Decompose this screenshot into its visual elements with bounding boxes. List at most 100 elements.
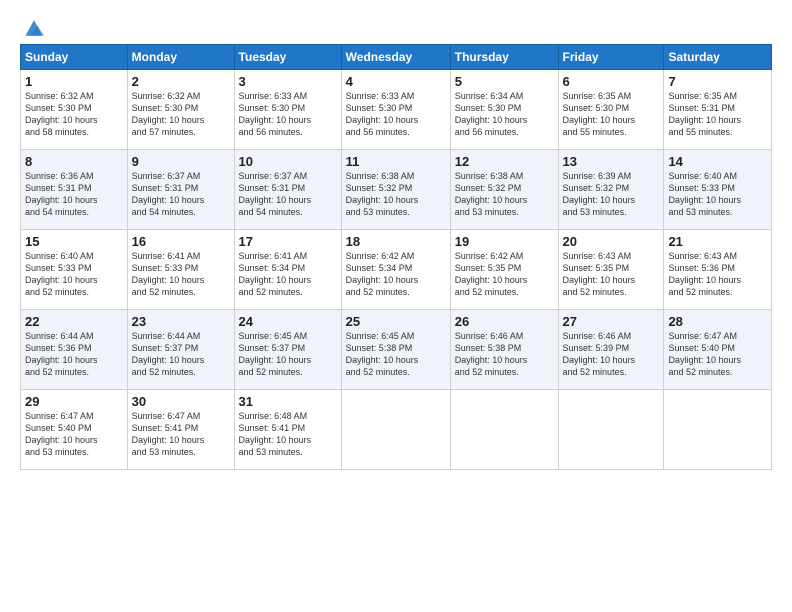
day-info: Sunrise: 6:41 AM Sunset: 5:33 PM Dayligh…: [132, 250, 230, 299]
day-info: Sunrise: 6:38 AM Sunset: 5:32 PM Dayligh…: [455, 170, 554, 219]
calendar-cell: 18Sunrise: 6:42 AM Sunset: 5:34 PM Dayli…: [341, 230, 450, 310]
calendar-cell: 17Sunrise: 6:41 AM Sunset: 5:34 PM Dayli…: [234, 230, 341, 310]
day-info: Sunrise: 6:38 AM Sunset: 5:32 PM Dayligh…: [346, 170, 446, 219]
day-info: Sunrise: 6:41 AM Sunset: 5:34 PM Dayligh…: [239, 250, 337, 299]
calendar-cell: 12Sunrise: 6:38 AM Sunset: 5:32 PM Dayli…: [450, 150, 558, 230]
day-info: Sunrise: 6:44 AM Sunset: 5:36 PM Dayligh…: [25, 330, 123, 379]
day-number: 24: [239, 314, 337, 329]
day-number: 28: [668, 314, 767, 329]
header: [20, 18, 772, 38]
calendar-cell: 22Sunrise: 6:44 AM Sunset: 5:36 PM Dayli…: [21, 310, 128, 390]
day-info: Sunrise: 6:42 AM Sunset: 5:35 PM Dayligh…: [455, 250, 554, 299]
day-info: Sunrise: 6:40 AM Sunset: 5:33 PM Dayligh…: [668, 170, 767, 219]
day-number: 26: [455, 314, 554, 329]
weekday-header-row: SundayMondayTuesdayWednesdayThursdayFrid…: [21, 45, 772, 70]
day-number: 10: [239, 154, 337, 169]
day-info: Sunrise: 6:45 AM Sunset: 5:38 PM Dayligh…: [346, 330, 446, 379]
day-number: 17: [239, 234, 337, 249]
day-info: Sunrise: 6:45 AM Sunset: 5:37 PM Dayligh…: [239, 330, 337, 379]
calendar-cell: 10Sunrise: 6:37 AM Sunset: 5:31 PM Dayli…: [234, 150, 341, 230]
calendar-cell: 8Sunrise: 6:36 AM Sunset: 5:31 PM Daylig…: [21, 150, 128, 230]
day-number: 19: [455, 234, 554, 249]
calendar-cell: 20Sunrise: 6:43 AM Sunset: 5:35 PM Dayli…: [558, 230, 664, 310]
day-info: Sunrise: 6:43 AM Sunset: 5:36 PM Dayligh…: [668, 250, 767, 299]
day-info: Sunrise: 6:35 AM Sunset: 5:31 PM Dayligh…: [668, 90, 767, 139]
day-info: Sunrise: 6:33 AM Sunset: 5:30 PM Dayligh…: [346, 90, 446, 139]
day-info: Sunrise: 6:34 AM Sunset: 5:30 PM Dayligh…: [455, 90, 554, 139]
day-number: 20: [563, 234, 660, 249]
calendar-week-3: 15Sunrise: 6:40 AM Sunset: 5:33 PM Dayli…: [21, 230, 772, 310]
day-number: 15: [25, 234, 123, 249]
calendar-cell: 25Sunrise: 6:45 AM Sunset: 5:38 PM Dayli…: [341, 310, 450, 390]
calendar-cell: 14Sunrise: 6:40 AM Sunset: 5:33 PM Dayli…: [664, 150, 772, 230]
day-number: 14: [668, 154, 767, 169]
calendar-cell: 6Sunrise: 6:35 AM Sunset: 5:30 PM Daylig…: [558, 70, 664, 150]
day-info: Sunrise: 6:32 AM Sunset: 5:30 PM Dayligh…: [25, 90, 123, 139]
day-info: Sunrise: 6:33 AM Sunset: 5:30 PM Dayligh…: [239, 90, 337, 139]
calendar-cell: 5Sunrise: 6:34 AM Sunset: 5:30 PM Daylig…: [450, 70, 558, 150]
day-info: Sunrise: 6:37 AM Sunset: 5:31 PM Dayligh…: [132, 170, 230, 219]
day-info: Sunrise: 6:39 AM Sunset: 5:32 PM Dayligh…: [563, 170, 660, 219]
day-number: 25: [346, 314, 446, 329]
calendar-cell: 30Sunrise: 6:47 AM Sunset: 5:41 PM Dayli…: [127, 390, 234, 470]
calendar-cell: 24Sunrise: 6:45 AM Sunset: 5:37 PM Dayli…: [234, 310, 341, 390]
calendar-cell: 4Sunrise: 6:33 AM Sunset: 5:30 PM Daylig…: [341, 70, 450, 150]
calendar-cell: 7Sunrise: 6:35 AM Sunset: 5:31 PM Daylig…: [664, 70, 772, 150]
day-number: 2: [132, 74, 230, 89]
day-info: Sunrise: 6:47 AM Sunset: 5:40 PM Dayligh…: [25, 410, 123, 459]
page: SundayMondayTuesdayWednesdayThursdayFrid…: [0, 0, 792, 612]
day-number: 13: [563, 154, 660, 169]
weekday-header-monday: Monday: [127, 45, 234, 70]
day-number: 21: [668, 234, 767, 249]
calendar-cell: 1Sunrise: 6:32 AM Sunset: 5:30 PM Daylig…: [21, 70, 128, 150]
calendar-cell: [450, 390, 558, 470]
calendar-table: SundayMondayTuesdayWednesdayThursdayFrid…: [20, 44, 772, 470]
calendar-cell: 13Sunrise: 6:39 AM Sunset: 5:32 PM Dayli…: [558, 150, 664, 230]
day-number: 29: [25, 394, 123, 409]
day-number: 12: [455, 154, 554, 169]
weekday-header-sunday: Sunday: [21, 45, 128, 70]
day-number: 31: [239, 394, 337, 409]
calendar-week-1: 1Sunrise: 6:32 AM Sunset: 5:30 PM Daylig…: [21, 70, 772, 150]
calendar-cell: 26Sunrise: 6:46 AM Sunset: 5:38 PM Dayli…: [450, 310, 558, 390]
day-info: Sunrise: 6:46 AM Sunset: 5:38 PM Dayligh…: [455, 330, 554, 379]
calendar-cell: 19Sunrise: 6:42 AM Sunset: 5:35 PM Dayli…: [450, 230, 558, 310]
calendar-cell: 29Sunrise: 6:47 AM Sunset: 5:40 PM Dayli…: [21, 390, 128, 470]
day-number: 23: [132, 314, 230, 329]
day-info: Sunrise: 6:32 AM Sunset: 5:30 PM Dayligh…: [132, 90, 230, 139]
day-number: 22: [25, 314, 123, 329]
day-info: Sunrise: 6:36 AM Sunset: 5:31 PM Dayligh…: [25, 170, 123, 219]
calendar-cell: [664, 390, 772, 470]
calendar-cell: 31Sunrise: 6:48 AM Sunset: 5:41 PM Dayli…: [234, 390, 341, 470]
calendar-week-5: 29Sunrise: 6:47 AM Sunset: 5:40 PM Dayli…: [21, 390, 772, 470]
day-info: Sunrise: 6:47 AM Sunset: 5:40 PM Dayligh…: [668, 330, 767, 379]
day-info: Sunrise: 6:42 AM Sunset: 5:34 PM Dayligh…: [346, 250, 446, 299]
calendar-cell: 2Sunrise: 6:32 AM Sunset: 5:30 PM Daylig…: [127, 70, 234, 150]
weekday-header-saturday: Saturday: [664, 45, 772, 70]
weekday-header-friday: Friday: [558, 45, 664, 70]
day-number: 27: [563, 314, 660, 329]
calendar-cell: 11Sunrise: 6:38 AM Sunset: 5:32 PM Dayli…: [341, 150, 450, 230]
day-number: 4: [346, 74, 446, 89]
calendar-week-2: 8Sunrise: 6:36 AM Sunset: 5:31 PM Daylig…: [21, 150, 772, 230]
calendar-cell: 27Sunrise: 6:46 AM Sunset: 5:39 PM Dayli…: [558, 310, 664, 390]
weekday-header-thursday: Thursday: [450, 45, 558, 70]
day-info: Sunrise: 6:37 AM Sunset: 5:31 PM Dayligh…: [239, 170, 337, 219]
calendar-cell: 23Sunrise: 6:44 AM Sunset: 5:37 PM Dayli…: [127, 310, 234, 390]
day-number: 8: [25, 154, 123, 169]
day-info: Sunrise: 6:46 AM Sunset: 5:39 PM Dayligh…: [563, 330, 660, 379]
day-number: 5: [455, 74, 554, 89]
calendar-cell: 3Sunrise: 6:33 AM Sunset: 5:30 PM Daylig…: [234, 70, 341, 150]
day-number: 3: [239, 74, 337, 89]
weekday-header-tuesday: Tuesday: [234, 45, 341, 70]
day-info: Sunrise: 6:35 AM Sunset: 5:30 PM Dayligh…: [563, 90, 660, 139]
day-number: 7: [668, 74, 767, 89]
day-number: 9: [132, 154, 230, 169]
day-number: 18: [346, 234, 446, 249]
day-number: 30: [132, 394, 230, 409]
weekday-header-wednesday: Wednesday: [341, 45, 450, 70]
calendar-week-4: 22Sunrise: 6:44 AM Sunset: 5:36 PM Dayli…: [21, 310, 772, 390]
day-info: Sunrise: 6:47 AM Sunset: 5:41 PM Dayligh…: [132, 410, 230, 459]
calendar-cell: 21Sunrise: 6:43 AM Sunset: 5:36 PM Dayli…: [664, 230, 772, 310]
day-info: Sunrise: 6:48 AM Sunset: 5:41 PM Dayligh…: [239, 410, 337, 459]
